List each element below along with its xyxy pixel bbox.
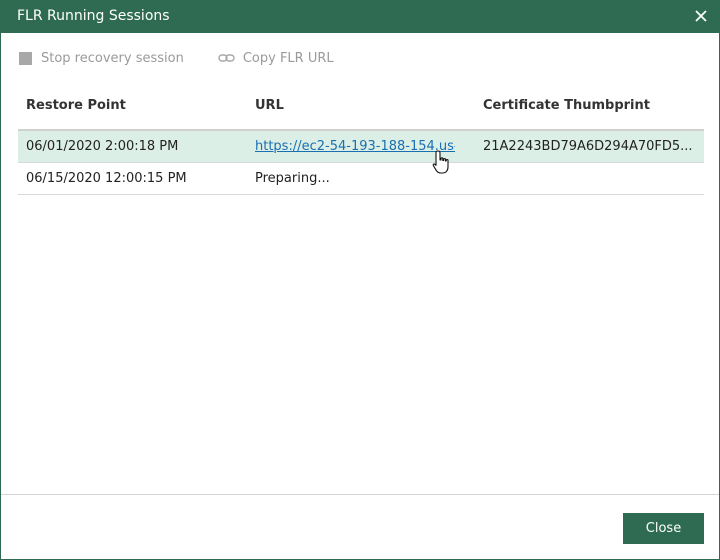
table-header: Restore Point URL Certificate Thumbprint bbox=[18, 91, 704, 131]
toolbar: Stop recovery session Copy FLR URL bbox=[19, 48, 368, 68]
column-header-certificate-thumbprint[interactable]: Certificate Thumbprint bbox=[483, 98, 698, 113]
url-link[interactable]: https://ec2-54-193-188-154.us-... bbox=[255, 139, 455, 154]
column-header-url[interactable]: URL bbox=[255, 98, 455, 113]
url-cell: https://ec2-54-193-188-154.us-... bbox=[255, 139, 455, 154]
restore-point-cell: 06/15/2020 12:00:15 PM bbox=[26, 171, 187, 186]
copy-flr-url-button[interactable]: Copy FLR URL bbox=[218, 51, 334, 66]
stop-square-icon bbox=[19, 51, 32, 65]
close-icon[interactable] bbox=[691, 6, 711, 26]
link-icon bbox=[218, 52, 235, 64]
restore-point-cell: 06/01/2020 2:00:18 PM bbox=[26, 139, 179, 154]
stop-recovery-session-button[interactable]: Stop recovery session bbox=[19, 51, 184, 66]
title-bar: FLR Running Sessions bbox=[1, 1, 719, 33]
column-header-restore-point[interactable]: Restore Point bbox=[26, 98, 246, 113]
flr-sessions-dialog: FLR Running Sessions Stop recovery sessi… bbox=[0, 0, 720, 560]
close-button[interactable]: Close bbox=[623, 513, 704, 544]
stop-recovery-session-label: Stop recovery session bbox=[41, 50, 184, 66]
dialog-footer: Close bbox=[1, 494, 719, 559]
thumbprint-cell: 21A2243BD79A6D294A70FD5... bbox=[483, 139, 693, 154]
table-row[interactable]: 06/01/2020 2:00:18 PM https://ec2-54-193… bbox=[18, 131, 704, 163]
table-row[interactable]: 06/15/2020 12:00:15 PM Preparing... bbox=[18, 163, 704, 195]
url-cell: Preparing... bbox=[255, 171, 330, 186]
sessions-table: Restore Point URL Certificate Thumbprint… bbox=[18, 91, 704, 195]
dialog-title: FLR Running Sessions bbox=[17, 8, 170, 24]
copy-flr-url-label: Copy FLR URL bbox=[242, 50, 334, 66]
